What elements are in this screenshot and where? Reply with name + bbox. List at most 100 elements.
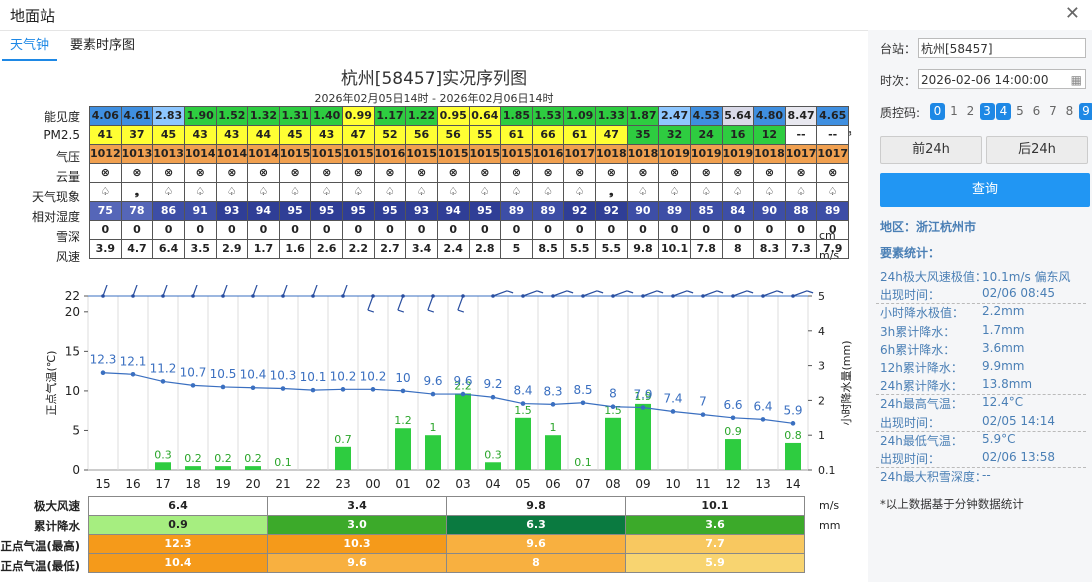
- grid-cell: ⊗: [689, 163, 723, 183]
- grid-cell: ♤: [721, 182, 755, 202]
- tab-time-series[interactable]: 要素时序图: [62, 33, 143, 59]
- x-tick-label: 02: [425, 477, 440, 491]
- stat-key: 12h累计降水：: [880, 361, 963, 375]
- row-label: 气压: [55, 150, 80, 164]
- precip-bar-label: 0.7: [334, 433, 352, 446]
- next-24h-button[interactable]: 后24h: [986, 136, 1088, 164]
- grid-cell: 90: [626, 201, 660, 221]
- x-tick-label: 09: [635, 477, 650, 491]
- grid-cell: 2.9: [215, 239, 249, 259]
- grid-cell: 0: [500, 220, 533, 240]
- temperature-point: [610, 404, 616, 410]
- temperature-point: [160, 379, 166, 384]
- temperature-point-label: 10.4: [240, 368, 267, 382]
- y-right-tick-label: 4: [818, 325, 825, 338]
- grid-cell: ♤: [373, 182, 407, 202]
- qc-code-toggle[interactable]: 1: [947, 103, 962, 120]
- calendar-icon[interactable]: ▦: [1071, 70, 1082, 90]
- y-right-tick-label: 1: [818, 429, 825, 442]
- temperature-point: [310, 387, 316, 393]
- station-label: 台站：: [880, 42, 917, 56]
- grid-cell: 43: [215, 125, 249, 145]
- grid-cell: 41: [89, 125, 122, 145]
- qc-code-toggle[interactable]: 0: [930, 103, 945, 120]
- summary-table: 6.4 3.4 9.8 10.1 0.9 3.0 6.3 3.6 12.3 10.3 9.6 7.7 1…: [88, 496, 805, 573]
- prev-24h-button[interactable]: 前24h: [880, 136, 982, 164]
- grid-cell: 3.4: [405, 239, 438, 259]
- x-tick-label: 16: [125, 477, 140, 491]
- qc-code-toggle[interactable]: 6: [1029, 103, 1044, 120]
- grid-cell: ⊗: [626, 163, 660, 183]
- qc-code-toggle[interactable]: 3: [979, 103, 995, 120]
- stat-value: 5.9°C: [982, 431, 1016, 446]
- precip-bar-label: 0.1: [574, 456, 592, 469]
- stat-value: 3.6mm: [982, 340, 1025, 355]
- qc-code-toggle[interactable]: 7: [1046, 103, 1061, 120]
- wind-barb-flag: [686, 290, 694, 294]
- precip-bar: [245, 466, 261, 470]
- grid-cell: 92: [595, 201, 628, 221]
- precip-bar-label: 0.1: [274, 456, 292, 469]
- grid-cell: 85: [689, 201, 723, 221]
- wind-barb-shaft: [522, 290, 538, 297]
- wind-barb-shaft: [222, 285, 228, 297]
- grid-cell: 35: [626, 125, 660, 145]
- x-tick-label: 22: [305, 477, 320, 491]
- element-grid: 4.06 4.61 2.83 1.90 1.52 1.32 1.31 1.40 0.99 1.17…: [89, 106, 849, 259]
- grid-cell: 9.8: [626, 239, 660, 259]
- grid-cell: 0: [816, 220, 849, 240]
- grid-cell: 0: [310, 220, 343, 240]
- qc-code-toggle[interactable]: 2: [963, 103, 978, 120]
- grid-cell: 1.31: [278, 106, 312, 126]
- temperature-point: [430, 391, 436, 397]
- x-tick-label: 06: [545, 477, 560, 491]
- qc-code-toggle[interactable]: 5: [1013, 103, 1028, 120]
- time-input[interactable]: 2026-02-06 14:00:00 ▦: [918, 69, 1086, 89]
- grid-cell: 2.2: [342, 239, 375, 259]
- wind-barb-shaft: [762, 290, 778, 297]
- grid-cell: ♤: [215, 182, 249, 202]
- y-right-tick-label: 2: [818, 394, 825, 407]
- grid-cell: 2.4: [436, 239, 470, 259]
- temperature-point: [460, 391, 466, 397]
- temperature-point: [340, 387, 346, 392]
- summary-cell: 7.7: [625, 534, 805, 554]
- wind-barb-shaft: [492, 290, 508, 297]
- x-tick-label: 01: [395, 477, 410, 491]
- wind-barb-flag: [427, 309, 435, 313]
- station-input[interactable]: 杭州[58457]: [918, 38, 1086, 58]
- tab-weather-clock[interactable]: 天气钟: [2, 33, 58, 61]
- grid-cell: ⊗: [310, 163, 343, 183]
- close-icon[interactable]: ✕: [1065, 3, 1080, 24]
- wind-barb-shaft: [397, 295, 404, 311]
- time-value: 2026-02-06 14:00:00: [921, 73, 1049, 87]
- wind-barb-shaft: [552, 290, 568, 297]
- qc-code-toggle[interactable]: 8: [1062, 103, 1077, 120]
- stat-key: 24h最低气温：: [880, 433, 963, 448]
- stat-value: 10.1m/s 偏东风: [982, 270, 1071, 284]
- temperature-point: [490, 394, 496, 400]
- summary-row: 0.9 3.0 6.3 3.6: [88, 515, 805, 535]
- grid-cell: 1018: [753, 144, 786, 164]
- stat-key: 24h极大风速极值：: [880, 270, 987, 284]
- grid-cell: 90: [753, 201, 786, 221]
- temperature-point: [700, 412, 706, 417]
- precip-bar: [425, 435, 441, 470]
- grid-cell: ♤: [563, 182, 596, 202]
- grid-cell: 88: [784, 201, 818, 221]
- grid-cell: ♤: [753, 182, 786, 202]
- grid-cell: ⊗: [500, 163, 533, 183]
- x-tick-label: 17: [155, 477, 170, 491]
- temperature-point-label: 10.1: [300, 370, 327, 384]
- query-button[interactable]: 查询: [880, 173, 1090, 207]
- summary-cell: 9.8: [446, 496, 626, 516]
- grid-cell: 7.3: [784, 239, 818, 259]
- grid-cell: 1015: [436, 144, 470, 164]
- grid-cell: ❟: [120, 182, 154, 202]
- temperature-point-label: 8.4: [513, 384, 532, 398]
- x-tick-label: 07: [575, 477, 590, 491]
- y-left-tick-label: 20: [65, 305, 80, 319]
- qc-code-toggle[interactable]: 4: [996, 103, 1011, 120]
- summary-label: 累计降水: [34, 519, 80, 533]
- qc-code-toggle[interactable]: 9: [1078, 103, 1092, 120]
